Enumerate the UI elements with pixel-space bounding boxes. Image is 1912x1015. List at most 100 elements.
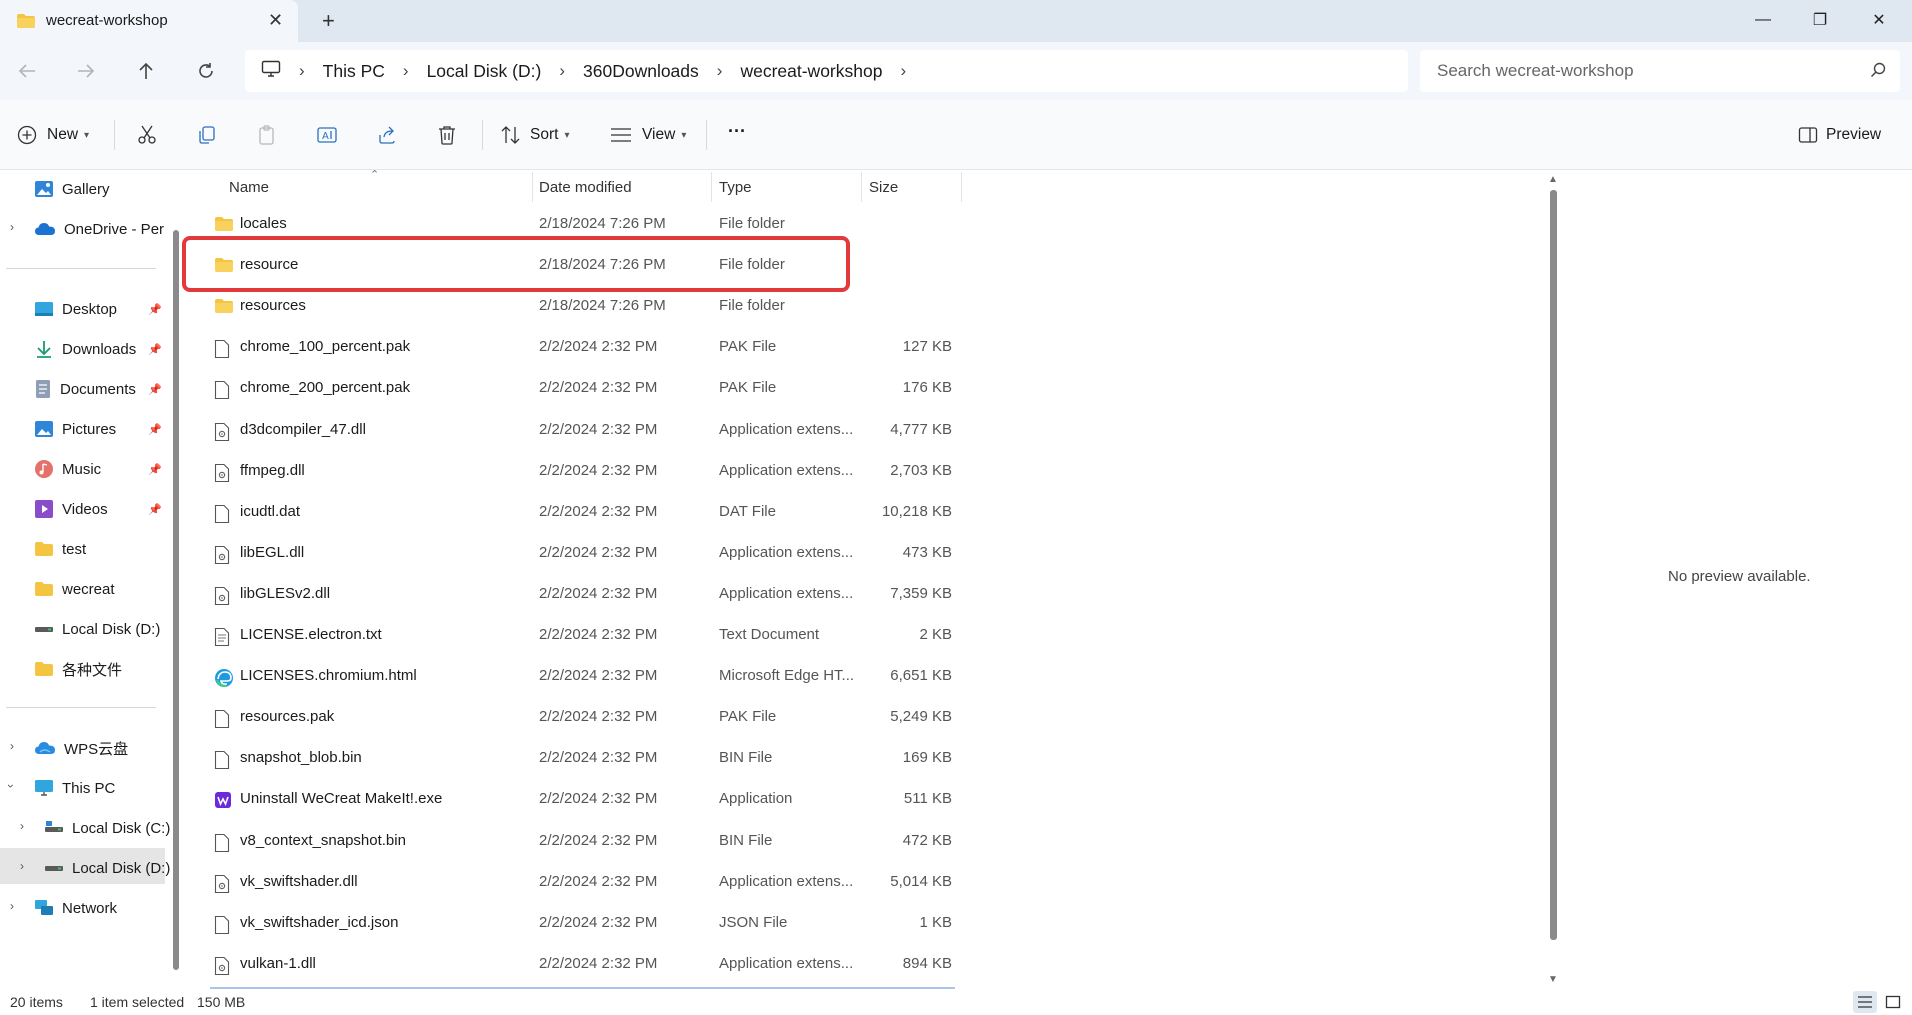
file-row[interactable]: Uninstall WeCreat MakeIt!.exe 2/2/2024 2:… — [186, 779, 966, 820]
forward-button[interactable] — [71, 56, 101, 86]
sidebar-item-gallery[interactable]: Gallery — [34, 172, 110, 206]
sort-button[interactable]: Sort ▾ — [500, 122, 569, 148]
scroll-up-icon[interactable]: ▲ — [1548, 174, 1558, 185]
scrollbar-thumb[interactable] — [1550, 190, 1557, 940]
sidebar-item-pictures[interactable]: Pictures — [34, 412, 116, 446]
breadcrumb-separator[interactable]: › — [900, 61, 906, 81]
file-type: PAK File — [719, 338, 777, 356]
search-input[interactable]: Search wecreat-workshop — [1420, 50, 1900, 92]
window-tab[interactable]: wecreat-workshop ✕ — [0, 0, 298, 42]
breadcrumb-local-disk-d[interactable]: Local Disk (D:) — [427, 61, 542, 82]
dll-file-icon — [214, 956, 230, 980]
chevron-right-icon[interactable]: › — [10, 220, 14, 234]
column-divider[interactable] — [861, 172, 862, 202]
minimize-button[interactable]: — — [1740, 4, 1786, 36]
column-divider[interactable] — [711, 172, 712, 202]
copy-button[interactable] — [196, 122, 218, 148]
file-type: JSON File — [719, 913, 788, 931]
sidebar-item-this-pc[interactable]: This PC — [34, 771, 115, 805]
column-divider[interactable] — [532, 172, 533, 202]
preview-button[interactable]: Preview — [1798, 122, 1881, 148]
sidebar-item-documents[interactable]: Documents — [34, 372, 136, 406]
column-header-date[interactable]: Date modified — [539, 170, 632, 204]
cut-button[interactable] — [136, 122, 158, 148]
file-icon — [214, 915, 230, 939]
file-row[interactable]: vk_swiftshader.dll 2/2/2024 2:32 PM Applic… — [186, 862, 966, 903]
column-divider[interactable] — [961, 172, 962, 202]
pin-icon[interactable]: 📌 — [148, 343, 162, 356]
chevron-right-icon[interactable]: › — [20, 859, 24, 873]
view-button[interactable]: View ▾ — [610, 122, 686, 148]
sidebar-item-various-files[interactable]: 各种文件 — [34, 652, 122, 686]
sidebar-item-local-disk-d-quick[interactable]: Local Disk (D:) — [34, 612, 160, 646]
sidebar-item-local-disk-c[interactable]: Local Disk (C:) — [44, 811, 170, 845]
file-row[interactable]: resources 2/18/2024 7:26 PM File folder — [186, 286, 966, 327]
sidebar-item-desktop[interactable]: Desktop — [34, 292, 117, 326]
chevron-right-icon[interactable]: › — [20, 819, 24, 833]
breadcrumb-separator[interactable]: › — [403, 61, 409, 81]
sidebar-item-network[interactable]: Network — [34, 891, 117, 925]
file-row[interactable]: d3dcompiler_47.dll 2/2/2024 2:32 PM Applic… — [186, 410, 966, 451]
file-row[interactable]: libGLESv2.dll 2/2/2024 2:32 PM Application… — [186, 574, 966, 615]
file-row[interactable]: v8_context_snapshot.bin 2/2/2024 2:32 PM B… — [186, 821, 966, 862]
restore-button[interactable]: ❐ — [1797, 4, 1843, 36]
details-view-button[interactable] — [1853, 991, 1877, 1013]
more-options-button[interactable]: ··· — [728, 118, 746, 144]
close-window-button[interactable]: ✕ — [1856, 4, 1902, 36]
chevron-right-icon[interactable]: › — [10, 899, 14, 913]
sidebar-item-wecreat[interactable]: wecreat — [34, 572, 115, 606]
file-date: 2/2/2024 2:32 PM — [539, 338, 658, 356]
file-row[interactable]: LICENSE.electron.txt 2/2/2024 2:32 PM Text… — [186, 615, 966, 656]
column-header-size[interactable]: Size — [869, 170, 898, 204]
refresh-button[interactable] — [191, 56, 221, 86]
sidebar-item-test[interactable]: test — [34, 532, 86, 566]
file-row[interactable]: vulkan-1.dll 2/2/2024 2:32 PM Application … — [186, 944, 966, 985]
breadcrumb-separator[interactable]: › — [717, 61, 723, 81]
column-header-type[interactable]: Type — [719, 170, 752, 204]
close-tab-button[interactable]: ✕ — [268, 10, 283, 31]
file-row[interactable]: chrome_100_percent.pak 2/2/2024 2:32 PM PA… — [186, 327, 966, 368]
file-row[interactable]: libEGL.dll 2/2/2024 2:32 PM Application ex… — [186, 533, 966, 574]
pin-icon[interactable]: 📌 — [148, 503, 162, 516]
file-size: 2 KB — [919, 626, 952, 643]
column-header-name[interactable]: Name — [229, 170, 269, 204]
pin-icon[interactable]: 📌 — [148, 463, 162, 476]
file-row[interactable]: icudtl.dat 2/2/2024 2:32 PM DAT File 10,218… — [186, 492, 966, 533]
pin-icon[interactable]: 📌 — [148, 303, 162, 316]
file-row[interactable]: LICENSES.chromium.html 2/2/2024 2:32 PM Mi… — [186, 656, 966, 697]
paste-button[interactable] — [256, 122, 278, 148]
sidebar-item-music[interactable]: Music — [34, 452, 101, 486]
file-icon — [214, 750, 230, 774]
share-button[interactable] — [377, 122, 399, 148]
breadcrumb-wecreat-workshop[interactable]: wecreat-workshop — [740, 61, 882, 82]
sidebar-item-wps-cloud[interactable]: WPS云盘 — [34, 731, 128, 765]
sidebar-item-onedrive[interactable]: OneDrive - Perso — [34, 212, 164, 246]
sidebar-item-downloads[interactable]: Downloads — [34, 332, 136, 366]
new-button[interactable]: New ▾ — [17, 122, 89, 148]
delete-button[interactable] — [437, 122, 457, 148]
breadcrumb-separator[interactable]: › — [559, 61, 565, 81]
file-row[interactable]: vk_swiftshader_icd.json 2/2/2024 2:32 PM J… — [186, 903, 966, 944]
sidebar-item-videos[interactable]: Videos — [34, 492, 108, 526]
pin-icon[interactable]: 📌 — [148, 423, 162, 436]
rename-button[interactable]: A — [316, 122, 338, 148]
sidebar-scrollbar[interactable] — [173, 230, 179, 970]
back-button[interactable] — [12, 56, 42, 86]
breadcrumb-360downloads[interactable]: 360Downloads — [583, 61, 699, 82]
more-icon: ··· — [728, 120, 746, 141]
file-row[interactable]: snapshot_blob.bin 2/2/2024 2:32 PM BIN Fil… — [186, 738, 966, 779]
breadcrumb-this-pc[interactable]: This PC — [323, 61, 385, 82]
file-row[interactable]: resources.pak 2/2/2024 2:32 PM PAK File 5,2… — [186, 697, 966, 738]
up-button[interactable] — [131, 56, 161, 86]
file-row[interactable]: chrome_200_percent.pak 2/2/2024 2:32 PM PA… — [186, 368, 966, 409]
file-row[interactable]: ffmpeg.dll 2/2/2024 2:32 PM Application ex… — [186, 451, 966, 492]
sidebar-item-local-disk-d[interactable]: Local Disk (D:) — [44, 851, 170, 885]
new-tab-button[interactable]: + — [322, 8, 335, 34]
large-icons-view-button[interactable] — [1881, 991, 1905, 1013]
scroll-down-icon[interactable]: ▼ — [1548, 974, 1558, 985]
chevron-right-icon[interactable]: › — [10, 739, 14, 753]
chevron-down-icon[interactable]: › — [4, 784, 18, 788]
pin-icon[interactable]: 📌 — [148, 383, 162, 396]
address-row: › This PC › Local Disk (D:) › 360Downloa… — [0, 42, 1912, 100]
address-bar[interactable]: › This PC › Local Disk (D:) › 360Downloa… — [245, 50, 1408, 92]
